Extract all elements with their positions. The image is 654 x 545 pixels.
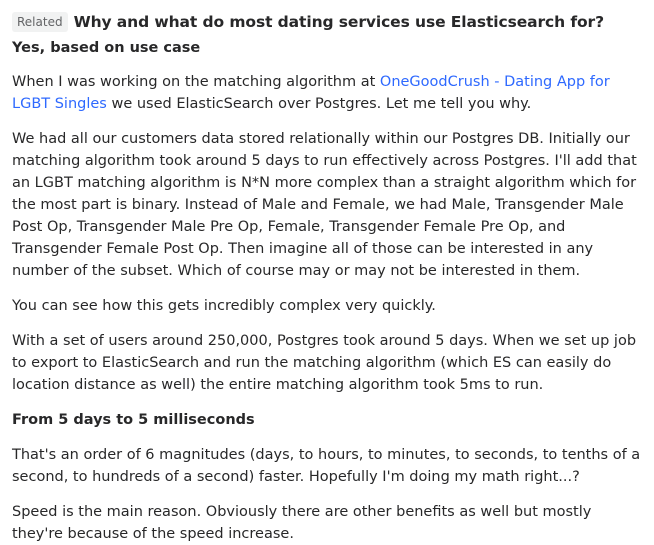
answer-paragraph-complexity: You can see how this gets incredibly com… <box>12 298 436 314</box>
answer-paragraph-magnitude: That's an order of 6 magnitudes (days, t… <box>12 447 641 485</box>
intro-text-before: When I was working on the matching algor… <box>12 74 380 90</box>
answer-paragraph-intro: When I was working on the matching algor… <box>12 71 642 115</box>
answer-subheading: Yes, based on use case <box>12 40 201 56</box>
answer-content: Related Why and what do most dating serv… <box>0 0 654 544</box>
answer-paragraph-background: We had all our customers data stored rel… <box>12 131 637 279</box>
related-tag: Related <box>12 12 68 32</box>
question-title-link[interactable]: Why and what do most dating services use… <box>74 13 604 31</box>
intro-text-after: we used ElasticSearch over Postgres. Let… <box>106 96 532 112</box>
answer-subheading-speed: From 5 days to 5 milliseconds <box>12 412 255 428</box>
answer-paragraph-results: With a set of users around 250,000, Post… <box>12 333 637 393</box>
answer-paragraph-conclusion: Speed is the main reason. Obviously ther… <box>12 504 592 542</box>
related-question-header: Related Why and what do most dating serv… <box>12 9 654 35</box>
